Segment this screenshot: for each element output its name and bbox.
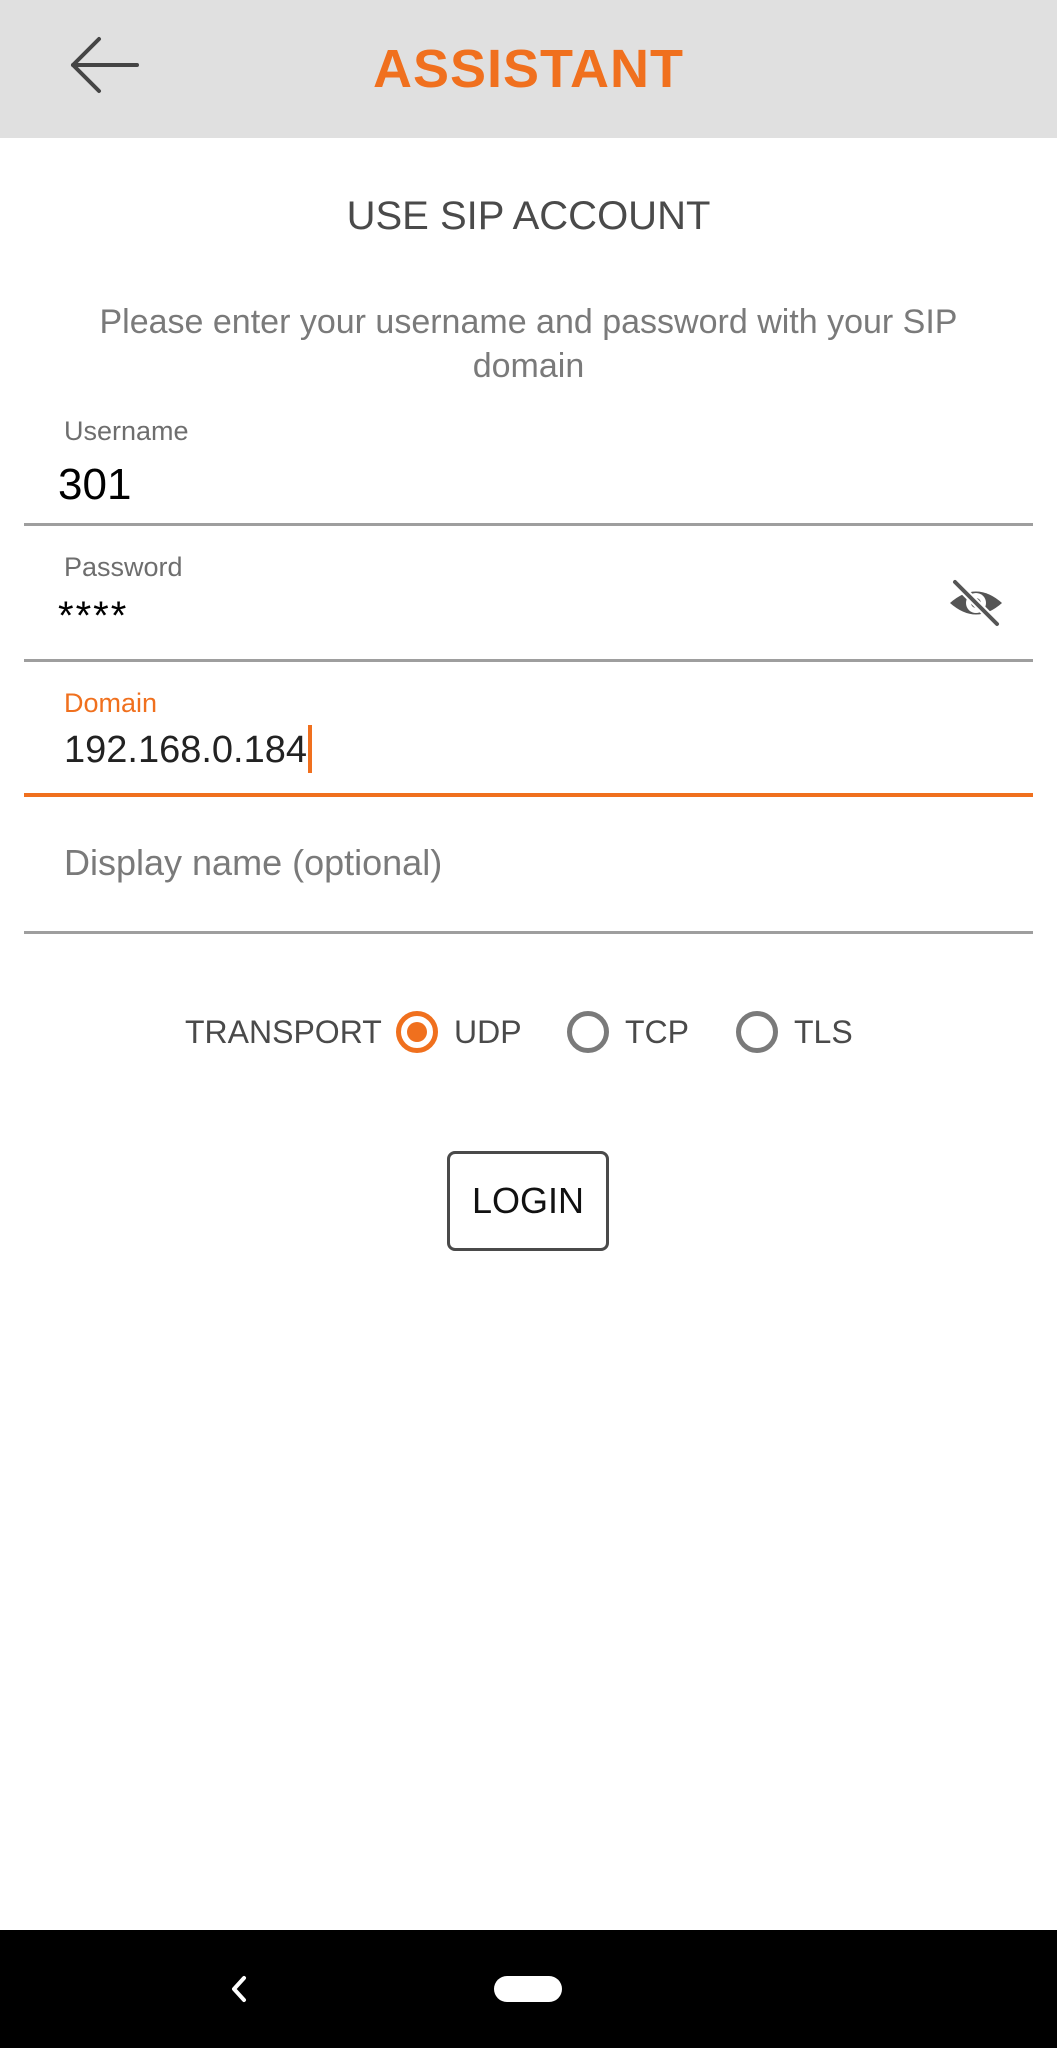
app-title: ASSISTANT [372, 39, 684, 99]
domain-value: 192.168.0.184 [64, 729, 308, 772]
username-label: Username [64, 416, 189, 446]
assistant-screen: ASSISTANT USE SIP ACCOUNT Please enter y… [0, 0, 1057, 2048]
nav-back-button[interactable] [214, 1962, 264, 2016]
username-field[interactable]: Username 301 [24, 410, 1033, 530]
username-underline [24, 523, 1033, 526]
username-input[interactable]: 301 [58, 460, 131, 510]
password-visibility-toggle[interactable] [941, 568, 1011, 638]
display-name-input[interactable]: Display name (optional) [64, 842, 442, 884]
domain-label: Domain [64, 688, 158, 718]
transport-selector: TRANSPORT UDP TCP TLS [0, 1000, 1057, 1064]
display-name-underline [24, 931, 1033, 934]
transport-tls-radio[interactable]: TLS [736, 1006, 853, 1058]
section-title: USE SIP ACCOUNT [346, 194, 711, 238]
radio-checked-icon [396, 1011, 438, 1053]
transport-tls-label: TLS [794, 1013, 853, 1050]
transport-udp-label: UDP [454, 1013, 522, 1050]
text-caret [308, 725, 313, 773]
eye-off-icon [950, 578, 1002, 628]
password-underline [24, 659, 1033, 662]
domain-field[interactable]: Domain 192.168.0.184 [24, 682, 1033, 802]
radio-unchecked-icon [567, 1011, 609, 1053]
system-navigation-bar [0, 1930, 1057, 2048]
domain-underline [24, 793, 1033, 797]
domain-input[interactable]: 192.168.0.184 [64, 725, 313, 776]
transport-label: TRANSPORT [185, 1014, 382, 1050]
transport-tcp-radio[interactable]: TCP [567, 1006, 689, 1058]
top-app-bar: ASSISTANT [0, 0, 1057, 138]
password-label: Password [64, 552, 183, 582]
password-input[interactable]: **** [58, 594, 128, 639]
instructions-text: Please enter your username and password … [99, 303, 958, 385]
radio-unchecked-icon [736, 1011, 778, 1053]
chevron-left-icon [232, 1976, 246, 2002]
transport-tcp-label: TCP [625, 1013, 689, 1050]
home-pill-icon[interactable] [494, 1976, 562, 2002]
transport-udp-radio[interactable]: UDP [396, 1006, 522, 1058]
login-button[interactable]: LOGIN [447, 1151, 609, 1251]
display-name-field[interactable]: Display name (optional) [24, 818, 1033, 938]
password-field[interactable]: Password **** [24, 546, 1033, 666]
